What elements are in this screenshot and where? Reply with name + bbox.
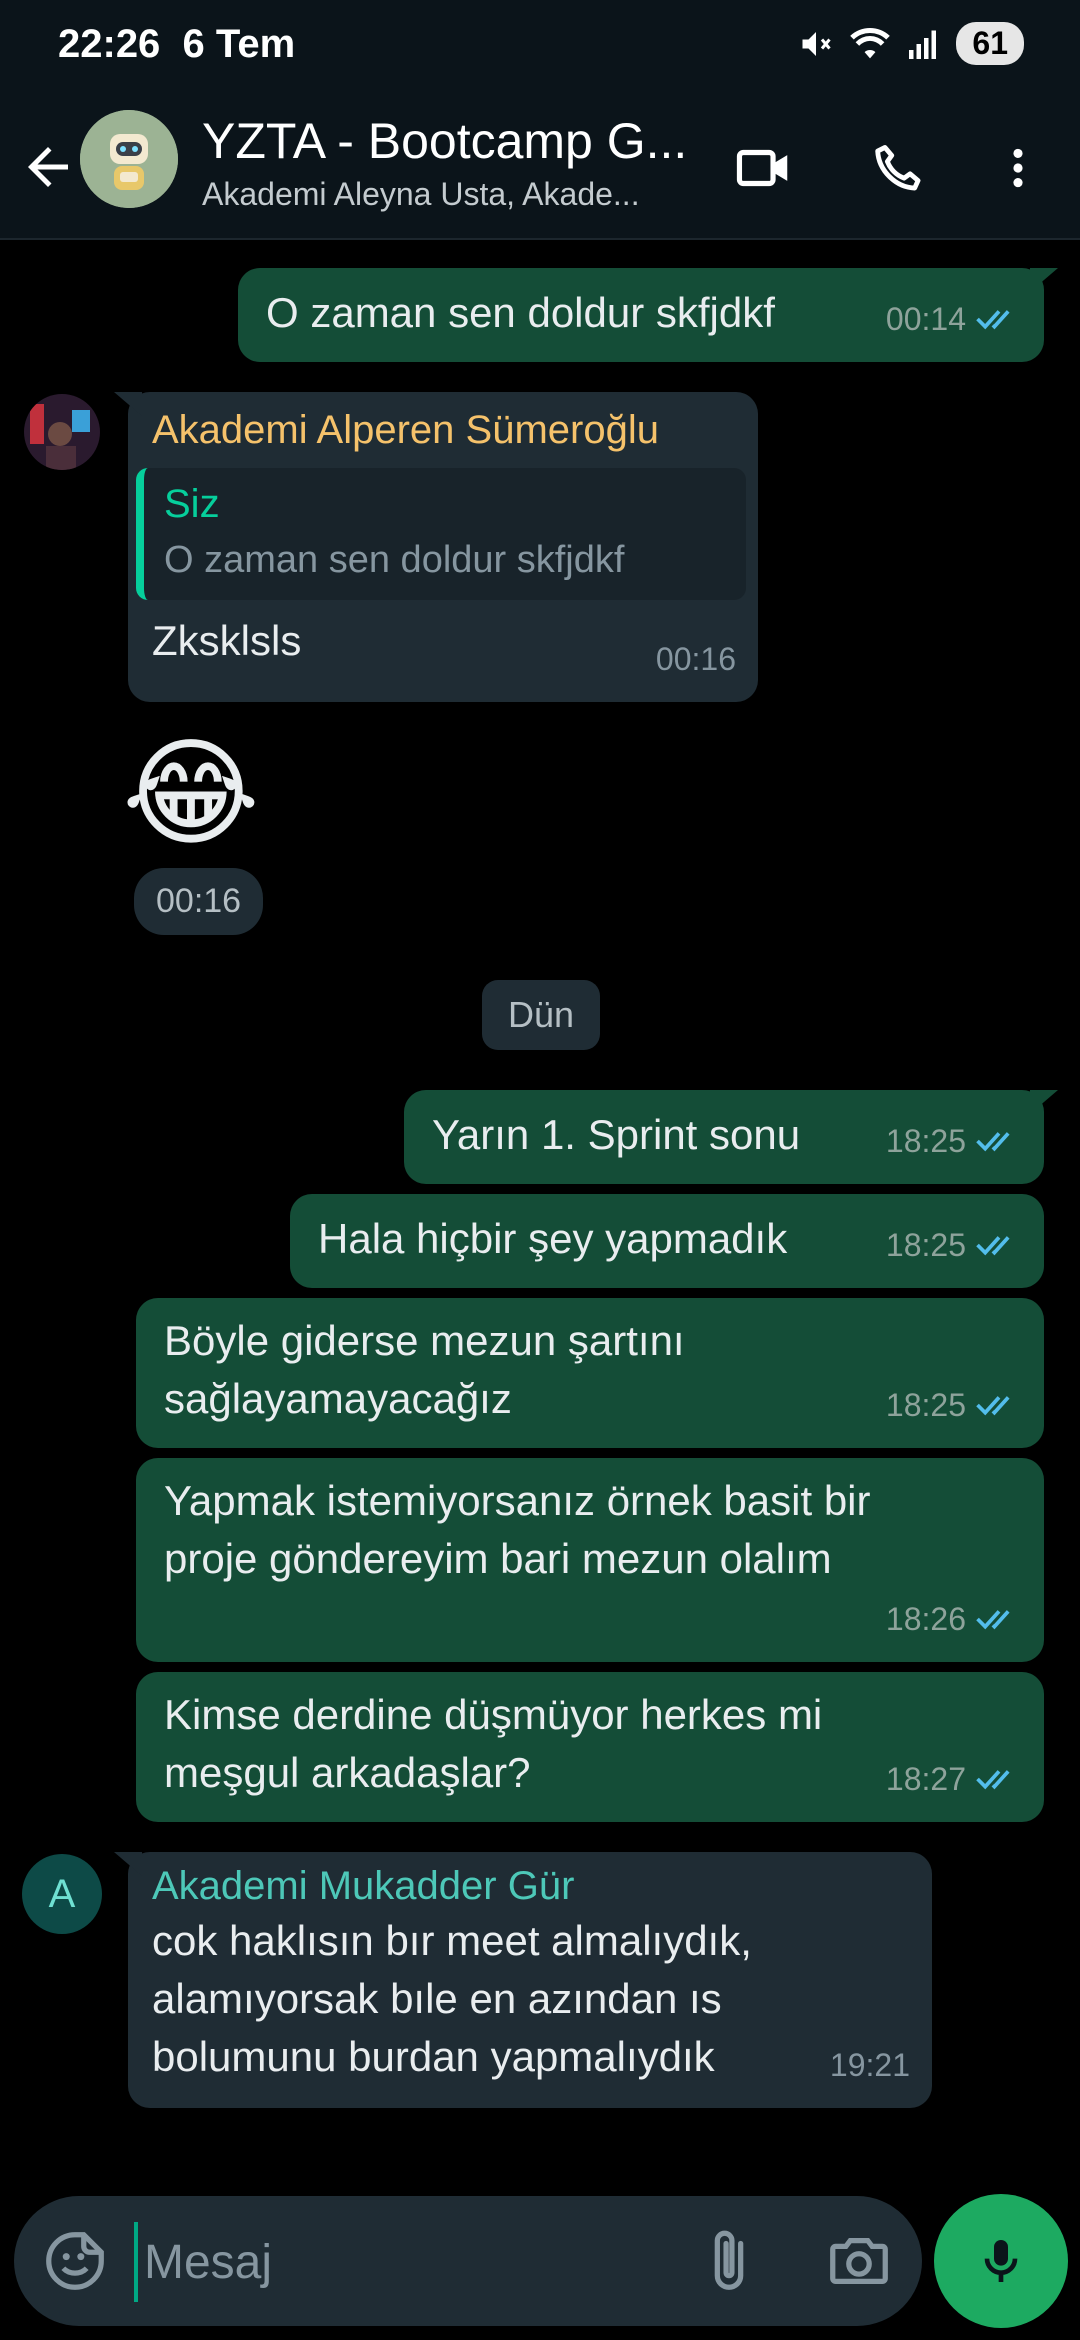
message-meta: 00:16 bbox=[656, 630, 736, 688]
message-meta: 18:25 bbox=[886, 1216, 1022, 1274]
message-time: 18:25 bbox=[885, 1227, 966, 1263]
message-time: 18:26 bbox=[885, 1601, 966, 1637]
video-call-button[interactable] bbox=[724, 128, 804, 208]
message-line: Yapmak istemiyorsanız örnek basit bir bbox=[164, 1477, 871, 1524]
voice-message-button[interactable] bbox=[934, 2194, 1068, 2328]
message-line: alamıyorsak bıle en azından ıs bbox=[152, 1975, 722, 2022]
bubble-tail bbox=[1030, 268, 1058, 292]
wifi-icon bbox=[850, 27, 891, 58]
status-icons: 61 bbox=[798, 22, 1024, 65]
status-bar: 22:26 6 Tem 61 bbox=[0, 0, 1080, 96]
sender-avatar[interactable] bbox=[24, 394, 100, 470]
quoted-message[interactable]: Siz O zaman sen doldur skfjdkf bbox=[136, 468, 746, 600]
message-time: 00:14 bbox=[885, 301, 966, 337]
message-outgoing[interactable]: Böyle giderse mezun şartını sağlayamayac… bbox=[136, 1298, 1044, 1448]
sender-name[interactable]: Akademi Mukadder Gür bbox=[152, 1860, 932, 1912]
back-arrow-icon[interactable] bbox=[18, 132, 78, 202]
sticker-icon[interactable] bbox=[40, 2226, 110, 2296]
double-check-icon bbox=[976, 1396, 1010, 1416]
emoji-time: 00:16 bbox=[134, 868, 264, 935]
message-input[interactable] bbox=[134, 2222, 694, 2302]
message-meta: 18:26 bbox=[886, 1590, 1022, 1648]
quote-author: Siz bbox=[164, 482, 220, 526]
message-outgoing[interactable]: O zaman sen doldur skfjdkf 00:14 bbox=[238, 268, 1058, 362]
message-outgoing[interactable]: Kimse derdine düşmüyor herkes mi meşgul … bbox=[136, 1672, 1044, 1822]
date-divider: Dün bbox=[482, 980, 601, 1050]
message-line: proje göndereyim bari mezun olalım bbox=[164, 1535, 832, 1582]
sender-avatar[interactable]: A bbox=[22, 1854, 102, 1934]
emoji-message[interactable]: 😂 bbox=[122, 724, 262, 864]
robot-avatar-icon bbox=[80, 110, 178, 208]
message-time: 18:27 bbox=[885, 1761, 966, 1797]
bubble-tail bbox=[1030, 1090, 1058, 1114]
emoji-laughing: 😂 bbox=[122, 728, 260, 860]
more-vert-icon bbox=[1013, 148, 1023, 188]
phone-icon bbox=[875, 145, 921, 191]
message-time: 19:21 bbox=[829, 2047, 910, 2083]
group-title[interactable]: YZTA - Bootcamp G... bbox=[202, 112, 687, 170]
sender-name[interactable]: Akademi Alperen Sümeroğlu bbox=[152, 404, 746, 456]
message-incoming[interactable]: Akademi Alperen Sümeroğlu Siz O zaman se… bbox=[114, 392, 758, 702]
status-date: 6 Tem bbox=[182, 22, 296, 66]
message-line: bolumunu burdan yapmalıydık bbox=[152, 2033, 715, 2080]
mic-icon bbox=[984, 2240, 1018, 2282]
message-line: cok haklısın bır meet almalıydık, bbox=[152, 1917, 752, 1964]
battery-indicator: 61 bbox=[956, 22, 1024, 65]
message-outgoing[interactable]: Hala hiçbir şey yapmadık 18:25 bbox=[290, 1194, 1044, 1288]
message-list[interactable]: O zaman sen doldur skfjdkf 00:14 Akademi… bbox=[0, 240, 1080, 2190]
message-outgoing[interactable]: Yarın 1. Sprint sonu 18:25 bbox=[404, 1090, 1058, 1184]
mute-icon bbox=[802, 31, 832, 56]
message-meta: 19:21 bbox=[830, 2036, 910, 2094]
message-meta: 00:14 bbox=[886, 290, 1022, 348]
camera-icon[interactable] bbox=[824, 2226, 894, 2296]
message-line: Kimse derdine düşmüyor herkes mi bbox=[164, 1691, 823, 1738]
profile-photo bbox=[24, 394, 100, 470]
status-clock: 22:26 bbox=[58, 22, 161, 66]
status-time: 22:26 6 Tem bbox=[58, 22, 295, 67]
signal-icon bbox=[909, 30, 937, 59]
group-members[interactable]: Akademi Aleyna Usta, Akade... bbox=[202, 176, 640, 213]
message-line: Böyle giderse mezun şartını bbox=[164, 1317, 685, 1364]
double-check-icon bbox=[976, 1770, 1010, 1790]
voice-call-button[interactable] bbox=[858, 128, 938, 208]
chat-header: YZTA - Bootcamp G... Akademi Aleyna Usta… bbox=[0, 96, 1080, 240]
quote-text: O zaman sen doldur skfjdkf bbox=[164, 539, 625, 581]
message-meta: 18:25 bbox=[886, 1112, 1022, 1170]
more-options-button[interactable] bbox=[978, 128, 1058, 208]
video-call-icon bbox=[736, 149, 788, 187]
message-time: 00:16 bbox=[655, 641, 736, 677]
double-check-icon bbox=[976, 310, 1010, 330]
attach-icon[interactable] bbox=[694, 2226, 764, 2296]
double-check-icon bbox=[976, 1132, 1010, 1152]
message-time: 18:25 bbox=[885, 1123, 966, 1159]
double-check-icon bbox=[976, 1236, 1010, 1256]
message-meta: 18:25 bbox=[886, 1376, 1022, 1434]
group-avatar[interactable] bbox=[80, 110, 178, 208]
message-time: 18:25 bbox=[885, 1387, 966, 1423]
message-outgoing[interactable]: Yapmak istemiyorsanız örnek basit bir pr… bbox=[136, 1458, 1044, 1662]
message-composer bbox=[14, 2196, 922, 2326]
message-meta: 18:27 bbox=[886, 1750, 1022, 1808]
message-incoming[interactable]: Akademi Mukadder Gür cok haklısın bır me… bbox=[114, 1852, 932, 2108]
double-check-icon bbox=[976, 1610, 1010, 1630]
bubble-tail bbox=[114, 392, 142, 416]
bubble-tail bbox=[114, 1852, 142, 1876]
